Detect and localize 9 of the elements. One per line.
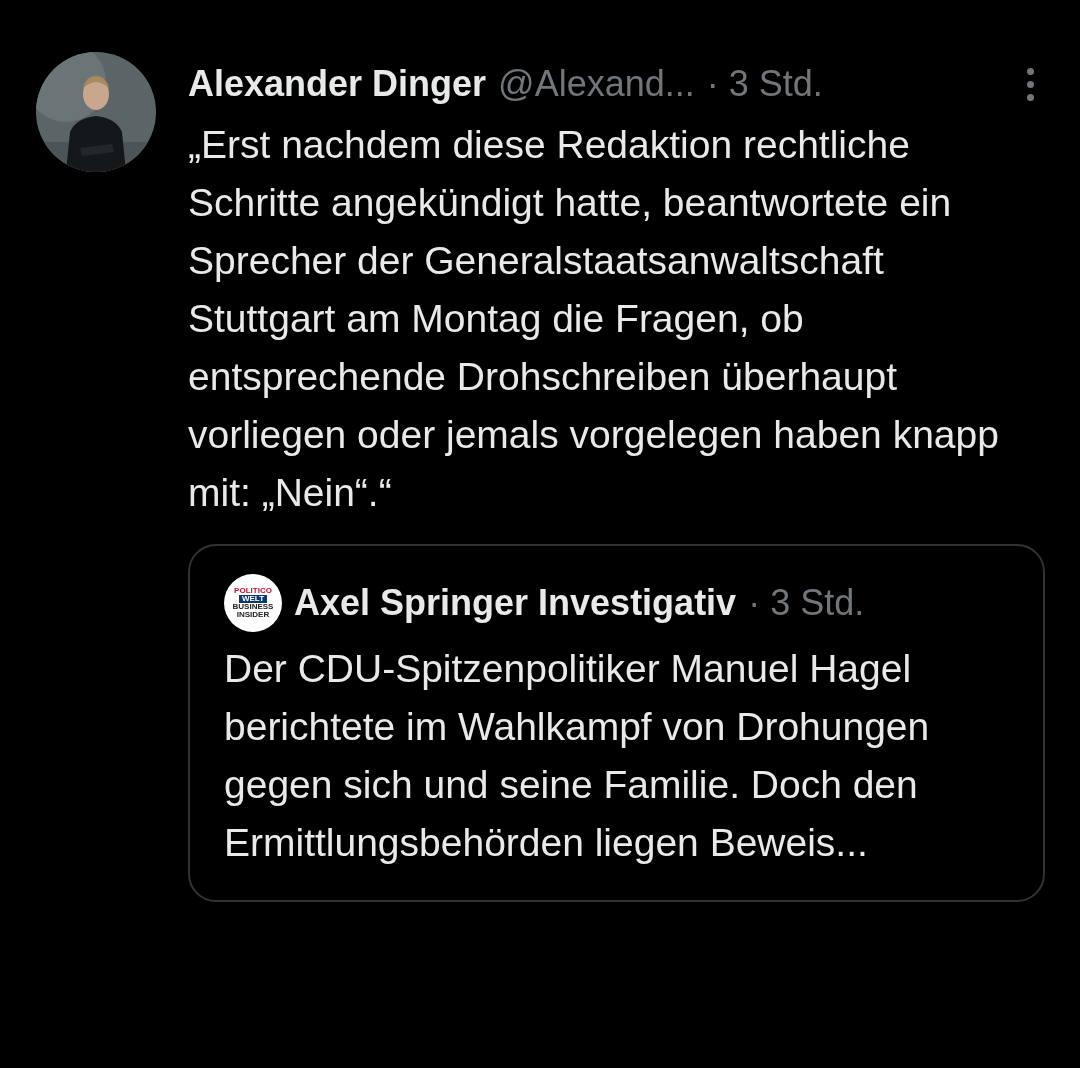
account-logo: POLITICO WELT BUSINESS INSIDER — [224, 574, 282, 632]
quoted-post-text: Der CDU-Spitzenpolitiker Manuel Hagel berichtete im Wahlkampf von Drohungen gegen sich und seine Familie. Doch den Ermittlungsbehörden liegen Beweis... — [224, 646, 931, 866]
quoted-post-card[interactable] — [188, 544, 1045, 902]
quoted-post-time: · 3 Std. — [748, 581, 865, 625]
post-time: · 3 Std. — [706, 62, 823, 106]
author-name: Alexander Dinger — [188, 62, 487, 106]
quoted-author-name: Axel Springer Investigativ — [294, 581, 737, 625]
user-handle: @Alexand... — [498, 62, 695, 106]
post-text: „Erst nachdem diese Redaktion rechtliche Schritte angekündigt hatte, beantwortete ein Sprecher der Generalstaatsanwaltschaft Stuttgart am Montag die Fragen, ob entsprechende Drohschreiben überhaupt vorliegen oder jemals vorgelegen haben knapp mit: „Nein“.“ — [188, 122, 1000, 516]
